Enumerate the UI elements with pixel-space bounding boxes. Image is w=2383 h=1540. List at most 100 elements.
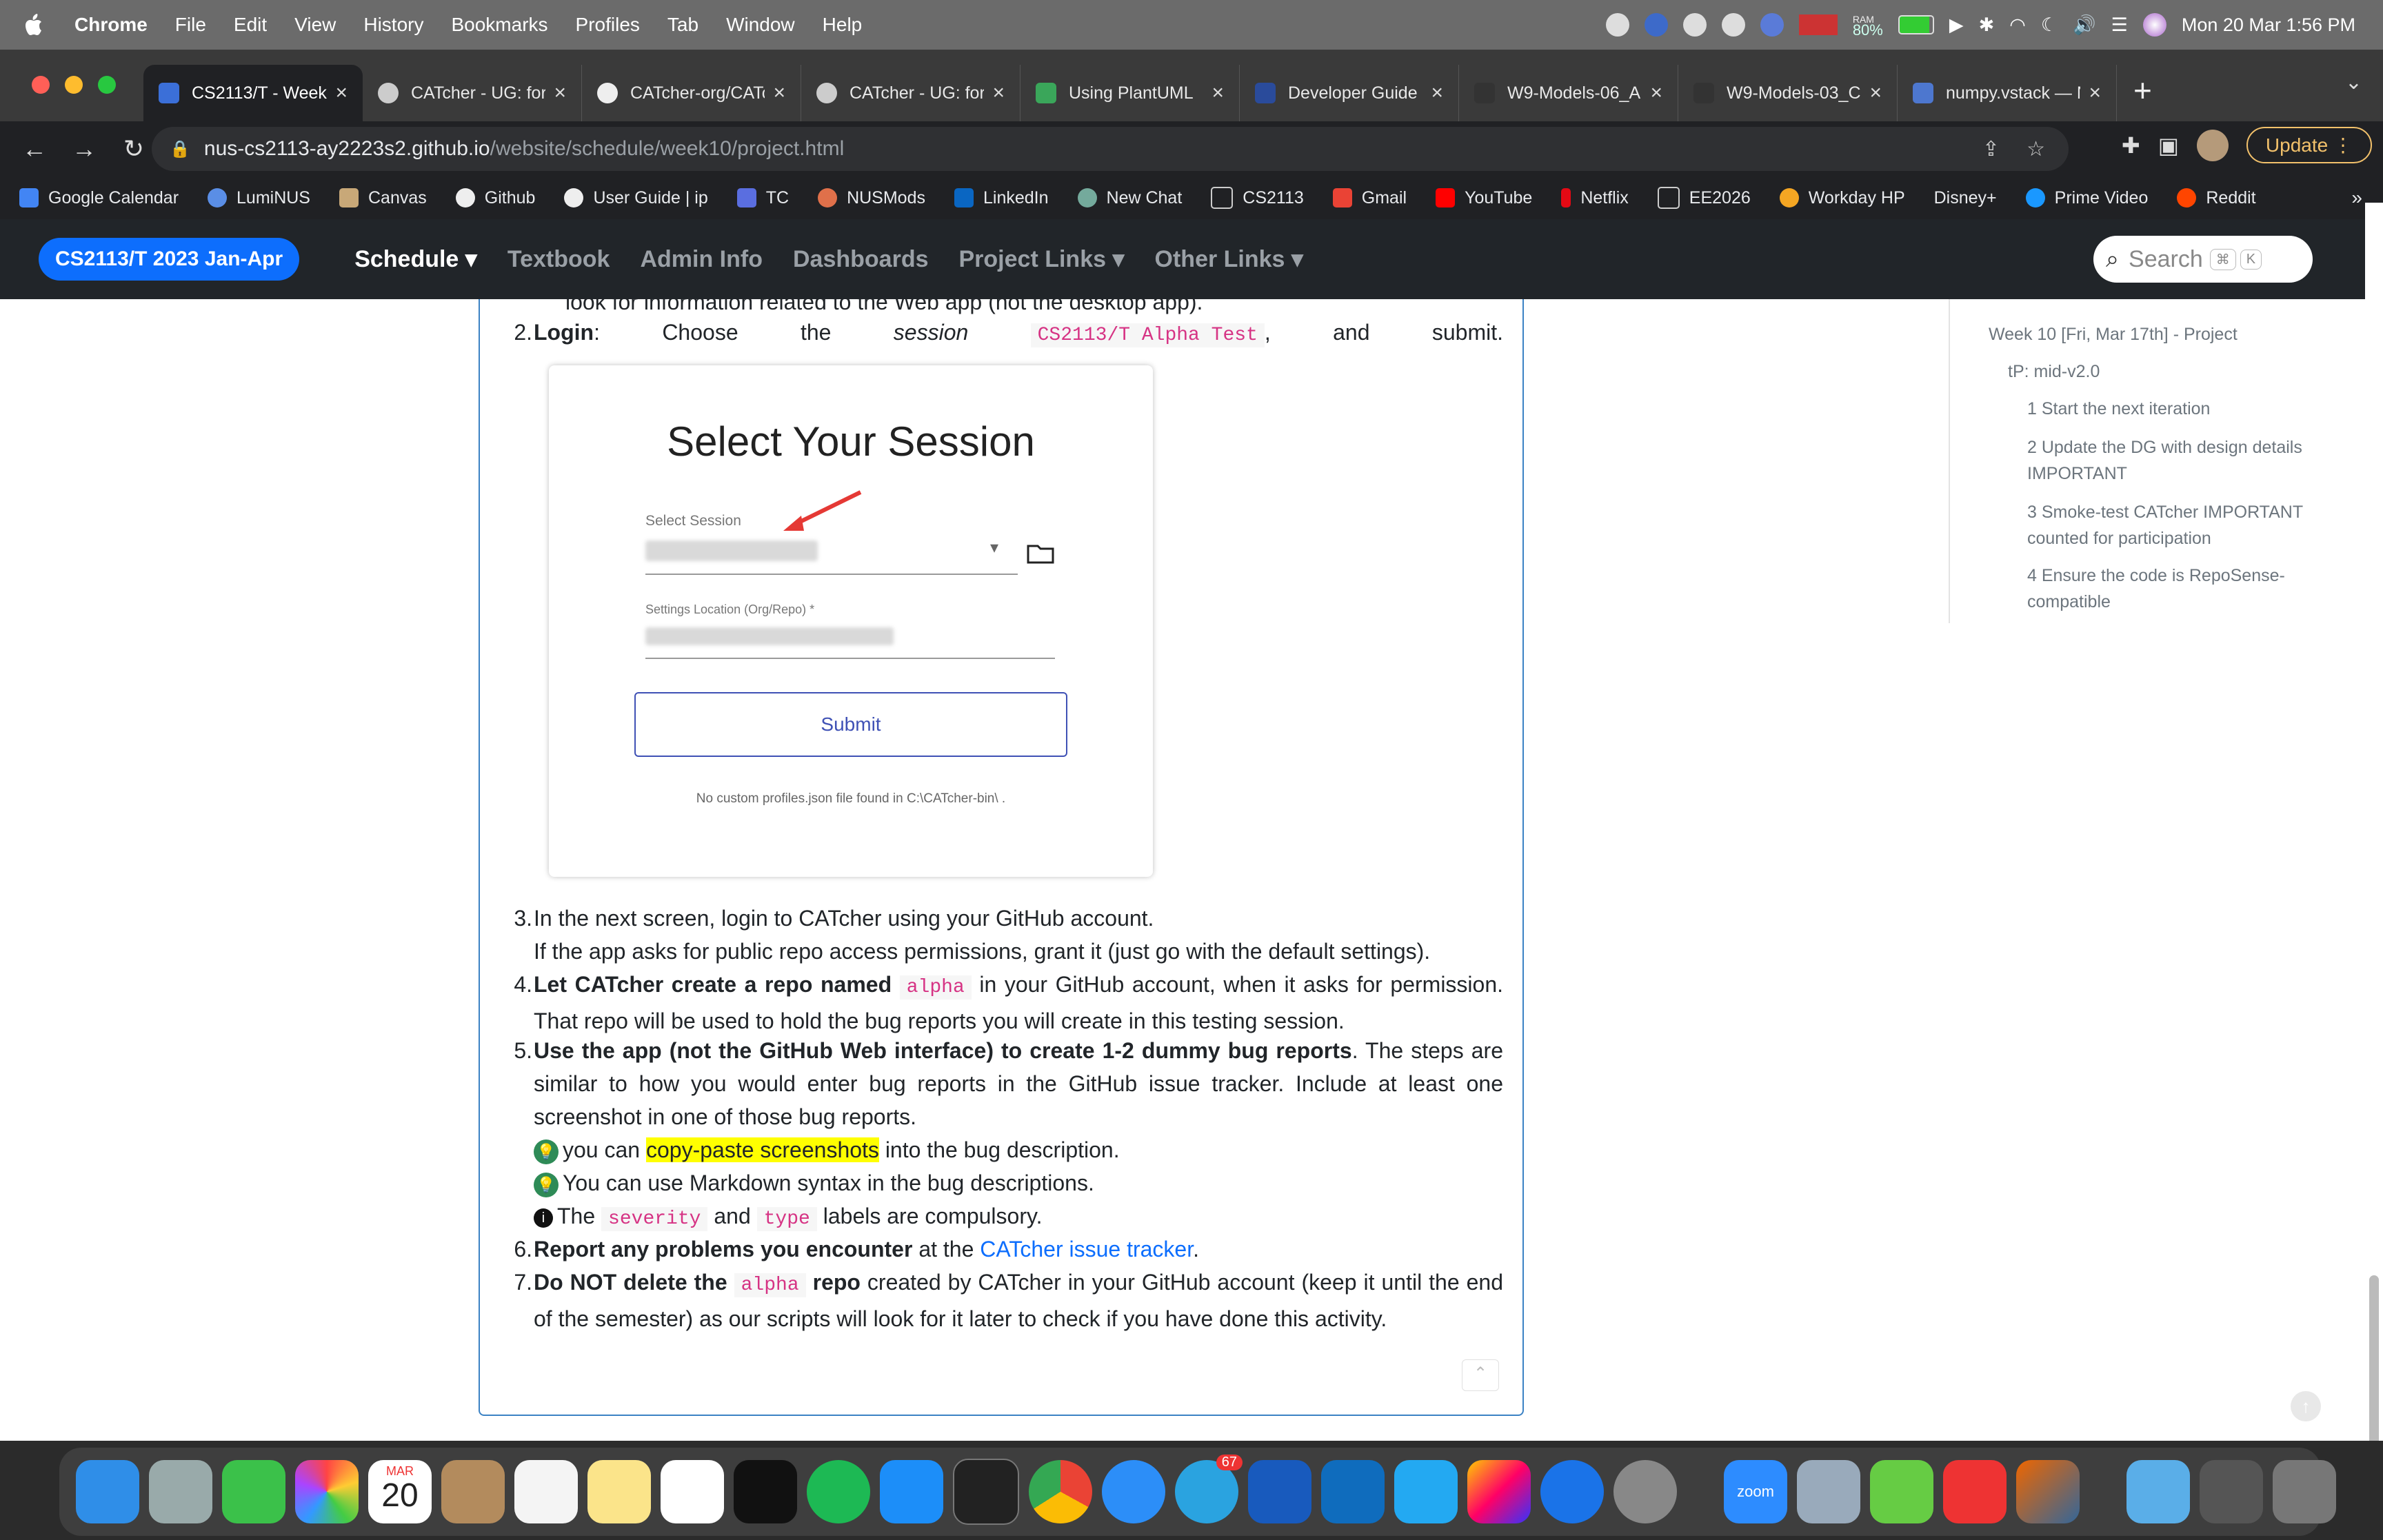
back-arrow-icon[interactable]: ←: [19, 134, 50, 163]
bookmark-netflix[interactable]: Netflix: [1561, 188, 1629, 208]
more-bookmarks-chevron-icon[interactable]: »: [2351, 187, 2362, 209]
toc-item[interactable]: Week 10 [Fri, Mar 17th] - Project: [1989, 321, 2238, 347]
menu-edit[interactable]: Edit: [234, 14, 267, 36]
tab-w9-models-06[interactable]: W9-Models-06_A ×: [1459, 65, 1678, 121]
menu-clock[interactable]: Mon 20 Mar 1:56 PM: [2182, 14, 2355, 36]
bookmark-disney[interactable]: Disney+: [1934, 188, 1997, 208]
lock-icon[interactable]: 🔒: [170, 139, 190, 159]
bookmark-nusmods[interactable]: NUSMods: [818, 188, 925, 208]
preview-icon[interactable]: [1797, 1460, 1860, 1523]
reload-icon[interactable]: ↻: [119, 134, 149, 163]
downloads-folder-icon[interactable]: [2126, 1460, 2190, 1523]
scroll-to-top-icon[interactable]: ↑: [2291, 1391, 2321, 1421]
siri-icon[interactable]: [2142, 13, 2166, 37]
close-icon[interactable]: ×: [335, 81, 348, 105]
outlook-icon[interactable]: [1321, 1460, 1385, 1523]
bookmark-gmail[interactable]: Gmail: [1332, 188, 1407, 208]
matlab-icon[interactable]: [2016, 1460, 2080, 1523]
trash-icon[interactable]: [2273, 1460, 2336, 1523]
terminal-icon[interactable]: [953, 1459, 1019, 1525]
reminders-icon[interactable]: [514, 1460, 578, 1523]
toc-item[interactable]: 1 Start the next iteration: [2027, 396, 2210, 422]
menu-history[interactable]: History: [363, 14, 423, 36]
tab-developer-guide[interactable]: Developer Guide ×: [1240, 65, 1459, 121]
bluetooth-app-icon[interactable]: [1644, 13, 1668, 37]
wifi-icon[interactable]: ◠: [2009, 14, 2026, 36]
page-scrollbar[interactable]: [2365, 203, 2383, 1482]
collapse-panel-chevron-icon[interactable]: ⌃: [1462, 1359, 1499, 1391]
chrome-icon[interactable]: [1029, 1460, 1092, 1523]
tab-catcher-ug-1[interactable]: CATcher - UG: for ×: [363, 65, 582, 121]
toc-item[interactable]: compatible: [2027, 589, 2111, 615]
bookmark-youtube[interactable]: YouTube: [1436, 188, 1532, 208]
launchpad-icon[interactable]: [149, 1460, 212, 1523]
finder-icon[interactable]: [76, 1460, 139, 1523]
nav-textbook[interactable]: Textbook: [507, 246, 610, 273]
bookmark-linkedin[interactable]: LinkedIn: [954, 188, 1049, 208]
bookmark-folder-cs2113[interactable]: CS2113: [1211, 187, 1304, 209]
telegram-icon[interactable]: 67: [1175, 1455, 1243, 1523]
close-icon[interactable]: ×: [1211, 81, 1224, 105]
bookmark-tc[interactable]: TC: [736, 188, 789, 208]
calendar-app-icon[interactable]: MAR 20: [368, 1460, 432, 1523]
menu-help[interactable]: Help: [823, 14, 863, 36]
nav-admin-info[interactable]: Admin Info: [640, 246, 763, 273]
tab-search-chevron-icon[interactable]: ⌄: [2345, 70, 2362, 94]
close-window-button[interactable]: [32, 76, 50, 94]
toc-item[interactable]: counted for participation: [2027, 525, 2211, 551]
vscode-icon[interactable]: [1394, 1460, 1458, 1523]
safari-icon[interactable]: [1102, 1460, 1165, 1523]
close-icon[interactable]: ×: [1869, 81, 1882, 105]
bookmark-new-chat[interactable]: New Chat: [1077, 188, 1182, 208]
maps-pin-icon[interactable]: [1540, 1460, 1604, 1523]
contrast-icon[interactable]: [1605, 13, 1629, 37]
bookmark-canvas[interactable]: Canvas: [339, 188, 427, 208]
nav-dashboards[interactable]: Dashboards: [793, 246, 929, 273]
bookmark-user-guide[interactable]: User Guide | ip: [564, 188, 708, 208]
app-store-icon[interactable]: [880, 1460, 943, 1523]
weather-icon[interactable]: [1721, 13, 1745, 37]
extensions-puzzle-icon[interactable]: ✚: [2122, 132, 2140, 159]
menu-profiles[interactable]: Profiles: [576, 14, 640, 36]
apple-icon[interactable]: [25, 13, 46, 37]
toc-item[interactable]: 3 Smoke-test CATcher IMPORTANT: [2027, 499, 2303, 525]
bookmark-reddit[interactable]: Reddit: [2177, 188, 2256, 208]
close-icon[interactable]: ×: [1650, 81, 1662, 105]
update-button[interactable]: Update ⋮: [2246, 127, 2372, 163]
side-panel-icon[interactable]: ▣: [2158, 132, 2179, 159]
notes-icon[interactable]: [587, 1460, 651, 1523]
vpn-icon[interactable]: [1760, 13, 1784, 37]
numbers-icon[interactable]: [1870, 1460, 1933, 1523]
close-icon[interactable]: ×: [554, 81, 566, 105]
pdf-icon[interactable]: [1943, 1460, 2007, 1523]
bluetooth-icon[interactable]: ✱: [1979, 14, 1995, 36]
forward-arrow-icon[interactable]: →: [69, 134, 99, 163]
play-icon[interactable]: ▶: [1949, 14, 1964, 36]
catcher-issue-tracker-link[interactable]: CATcher issue tracker: [980, 1237, 1193, 1262]
minimize-window-button[interactable]: [65, 76, 83, 94]
tab-cs2113-week[interactable]: CS2113/T - Week ×: [143, 65, 363, 121]
tab-catcher-org[interactable]: CATcher-org/CATc ×: [582, 65, 801, 121]
new-tab-icon[interactable]: +: [2133, 72, 2152, 109]
tab-numpy-vstack[interactable]: numpy.vstack — N ×: [1898, 65, 2117, 121]
bookmark-github[interactable]: Github: [455, 188, 535, 208]
toc-item[interactable]: 2 Update the DG with design details: [2027, 434, 2302, 460]
site-search-box[interactable]: ⌕ Search ⌘ K: [2093, 236, 2313, 283]
zoom-window-button[interactable]: [98, 76, 116, 94]
folder-icon[interactable]: [1026, 542, 1055, 565]
intellij-icon[interactable]: [1467, 1460, 1531, 1523]
bookmark-workday[interactable]: Workday HP: [1779, 188, 1905, 208]
nav-schedule[interactable]: Schedule ▾: [354, 245, 477, 273]
profile-avatar[interactable]: [2196, 129, 2229, 161]
close-icon[interactable]: ×: [1431, 81, 1443, 105]
menu-bookmarks[interactable]: Bookmarks: [451, 14, 547, 36]
photos-icon[interactable]: [295, 1460, 359, 1523]
contacts-icon[interactable]: [441, 1460, 505, 1523]
menu-file[interactable]: File: [175, 14, 206, 36]
bookmark-folder-ee2026[interactable]: EE2026: [1657, 187, 1751, 209]
address-bar[interactable]: 🔒 nus-cs2113-ay2223s2.github.io/website/…: [152, 127, 2069, 171]
nav-project-links[interactable]: Project Links ▾: [959, 245, 1125, 273]
bookmark-google-calendar[interactable]: Google Calendar: [19, 188, 179, 208]
notification-count-icon[interactable]: [1682, 13, 1707, 37]
menu-tab[interactable]: Tab: [667, 14, 698, 36]
